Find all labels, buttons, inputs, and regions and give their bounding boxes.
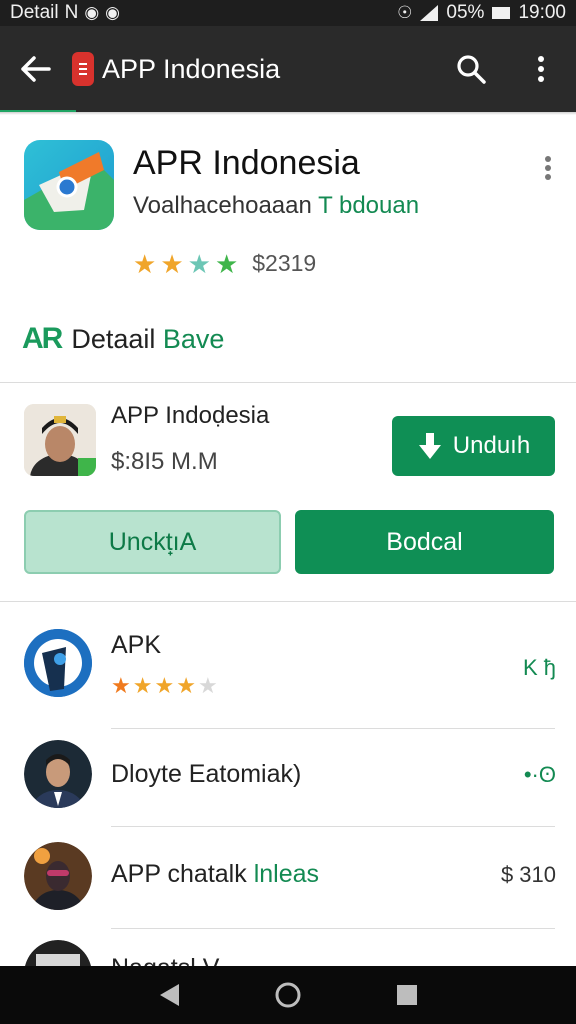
list-item-title-accent: lnleas: [253, 860, 320, 888]
triangle-back-icon: [160, 984, 180, 1006]
app-header: APR Indonesia Voalhacehoaaan T bdouan ★ …: [0, 124, 576, 304]
nav-recents-button[interactable]: [377, 966, 437, 1024]
featured-title: APP Indoḍesia: [111, 402, 270, 429]
status-left-text: Detail: [10, 2, 59, 23]
more-vert-icon: [538, 56, 544, 82]
list-item-title: APK: [111, 631, 162, 659]
alarm-icon: ☉: [397, 3, 413, 22]
battery-icon: [492, 7, 511, 19]
app-tag-icon: [72, 52, 94, 86]
download-button[interactable]: Unduıh: [392, 416, 555, 476]
verified-badge-icon: [78, 458, 96, 476]
list-item-title-main: APP chatalk: [111, 860, 254, 888]
detail-label-main: Detaail: [71, 323, 163, 354]
system-nav-bar: [0, 966, 576, 1024]
star-icon: ★: [197, 673, 218, 698]
rating-stars: ★ ★ ★ ★ ★: [111, 675, 218, 697]
list-item-title: Dloyte Eatomiak): [111, 760, 302, 788]
square-recents-icon: [396, 985, 417, 1005]
detail-label: Detaail Bave: [71, 324, 224, 355]
circle-home-icon: [275, 982, 301, 1008]
secondary-action-button[interactable]: Unckt̟ıA: [24, 510, 281, 574]
carrier-text: N: [64, 2, 79, 23]
back-button[interactable]: [0, 26, 72, 112]
signal-strength-icon: [420, 5, 439, 21]
star-icon: ★: [111, 673, 131, 698]
list-item-meta: K ђ: [522, 655, 556, 680]
star-icon: ★: [176, 673, 196, 698]
detail-label-accent: Bave: [162, 323, 225, 354]
download-icon: [418, 433, 441, 459]
detail-section-heading: AR Detaail Bave: [22, 322, 224, 356]
app-icon: [24, 629, 92, 697]
avatar: [24, 842, 92, 910]
divider: [111, 928, 555, 929]
star-icon: ★: [160, 248, 184, 279]
status-bar: Detail N ◉ ◉ ☉ 05% 19:00: [0, 0, 576, 26]
more-vert-icon: [545, 156, 551, 180]
list-item[interactable]: Dloyte Eatomiak) •·ʘ: [0, 724, 576, 824]
avatar[interactable]: [24, 404, 96, 476]
primary-action-button[interactable]: Bodcal: [295, 510, 554, 574]
list-item-title: Nagatsl V: [111, 954, 219, 966]
developer-name: Voalhacehoaaan: [133, 192, 319, 219]
star-icon: ★: [132, 673, 153, 698]
list-item-meta: $ 310: [500, 862, 556, 887]
app-price: $2319: [252, 250, 317, 276]
divider: [0, 601, 576, 602]
list-item[interactable]: Nagatsl V: [0, 940, 576, 966]
featured-size: $:8I5 M.M: [111, 448, 218, 475]
list-item[interactable]: APP chatalk lnleas $ 310: [0, 826, 576, 926]
app-bar-shadow: [0, 112, 576, 115]
app-overflow-button[interactable]: [532, 148, 564, 188]
star-icon: ★: [133, 248, 157, 279]
list-item-meta: •·ʘ: [523, 762, 556, 787]
star-icon: ★: [154, 673, 175, 698]
arrow-back-icon: [21, 56, 51, 82]
app-title: APR Indonesia: [133, 144, 360, 182]
battery-percent: 05%: [446, 2, 485, 23]
nav-back-button[interactable]: [139, 966, 199, 1024]
brand-logo-icon: AR: [22, 322, 63, 355]
star-icon: ★: [187, 248, 211, 279]
featured-card: APP Indoḍesia $:8I5 M.M Unduıh Unckt̟ıA …: [0, 390, 576, 590]
chat-bubble-icon: ◉: [105, 3, 120, 22]
divider: [0, 382, 576, 383]
developer-accent: T bdouan: [318, 192, 420, 219]
list-item[interactable]: APK ★ ★ ★ ★ ★ K ђ: [0, 613, 576, 713]
app-logo-icon: [24, 140, 114, 230]
rating-row: ★ ★ ★ ★ $2319: [133, 250, 316, 277]
search-icon: [457, 55, 486, 84]
app-developer[interactable]: Voalhacehoaaan T bdouan: [133, 192, 419, 220]
signal-circle-icon: ◉: [84, 3, 100, 22]
list-item-title: APP chatalk lnleas: [111, 860, 319, 889]
search-button[interactable]: [436, 26, 506, 112]
download-label: Unduıh: [452, 432, 531, 459]
status-time: 19:00: [518, 2, 566, 23]
star-icon: ★: [214, 248, 239, 279]
app-bar-title: APP Indonesia: [102, 53, 281, 84]
avatar: [24, 940, 92, 966]
app-bar: APP Indonesia: [0, 26, 576, 112]
more-options-button[interactable]: [506, 26, 576, 112]
nav-home-button[interactable]: [258, 966, 318, 1024]
avatar: [24, 740, 92, 808]
